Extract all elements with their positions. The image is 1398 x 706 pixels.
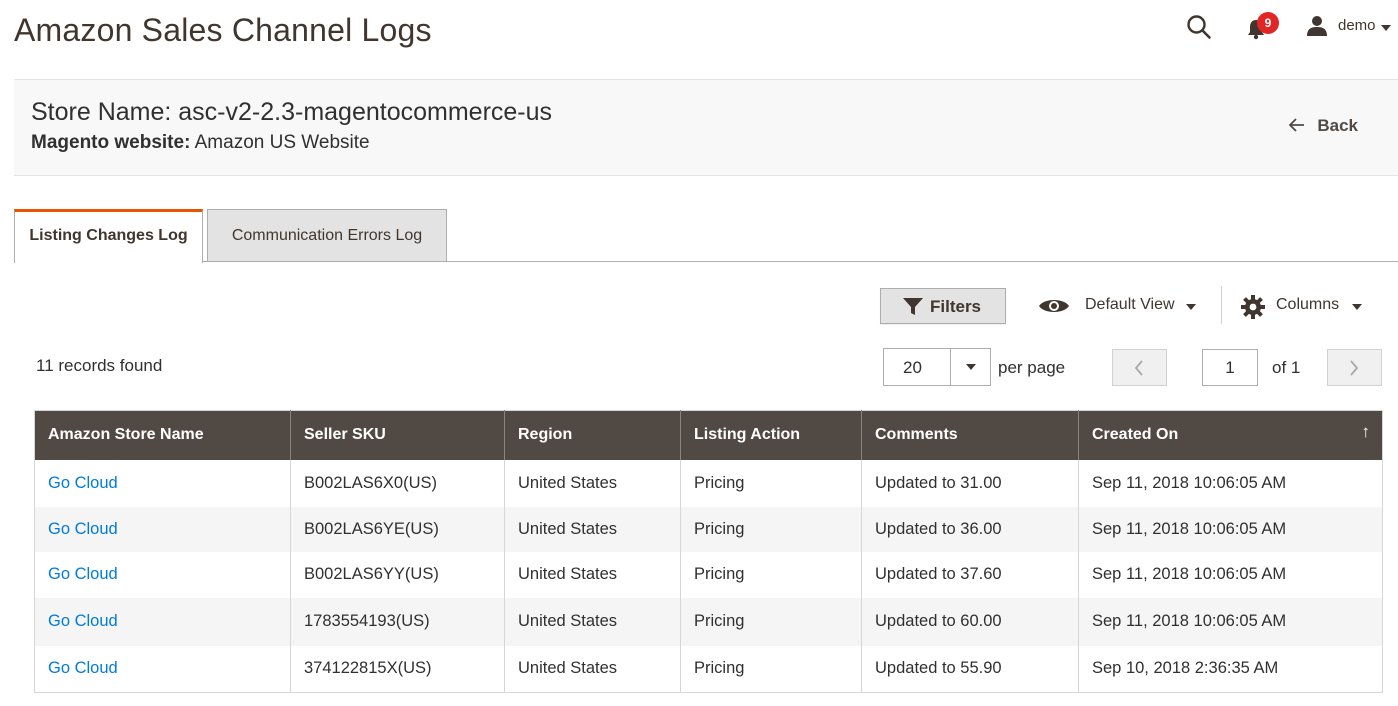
cell-listing-action: Pricing [680, 551, 862, 598]
caret-down-icon [1381, 25, 1391, 31]
gear-icon [1241, 295, 1265, 319]
caret-down-icon [966, 364, 976, 370]
cell-comments: Updated to 55.90 [861, 645, 1079, 693]
store-info-panel: Store Name: asc-v2-2.3-magentocommerce-u… [14, 79, 1398, 176]
per-page-dropdown-button[interactable] [950, 349, 990, 385]
table-row: Go Cloud B002LAS6X0(US) United States Pr… [34, 459, 1383, 507]
chevron-left-icon [1134, 360, 1143, 376]
table-header-row: Amazon Store Name Seller SKU Region List… [34, 410, 1383, 460]
columns-button[interactable]: Columns [1240, 292, 1370, 320]
column-header-region[interactable]: Region [504, 410, 681, 460]
column-header-comments[interactable]: Comments [861, 410, 1079, 460]
cell-seller-sku: B002LAS6YE(US) [290, 506, 505, 552]
cell-created-on: Sep 10, 2018 2:36:35 AM [1092, 659, 1279, 678]
records-count: 11 records found [36, 356, 163, 375]
user-menu[interactable]: demo [1306, 14, 1396, 40]
arrow-left-icon [1289, 116, 1305, 136]
store-link[interactable]: Go Cloud [48, 612, 118, 630]
table-row: Go Cloud 374122815X(US) United States Pr… [34, 645, 1383, 693]
previous-page-button[interactable] [1112, 349, 1167, 386]
cell-comments: Updated to 37.60 [861, 551, 1079, 598]
cell-store-name: Go Cloud [34, 551, 291, 598]
sort-ascending-icon: ↑ [1361, 422, 1371, 441]
user-icon [1307, 16, 1327, 36]
cell-seller-sku: 1783554193(US) [290, 597, 505, 646]
per-page-label: per page [998, 358, 1066, 377]
cell-region: United States [504, 551, 681, 598]
cell-created-on: Sep 11, 2018 10:06:05 AM [1078, 597, 1383, 646]
table-row: Go Cloud B002LAS6YY(US) United States Pr… [34, 551, 1383, 598]
cell-seller-sku: B002LAS6X0(US) [290, 459, 505, 507]
cell-region: United States [504, 597, 681, 646]
tab-communication-errors-log[interactable]: Communication Errors Log [207, 209, 447, 262]
cell-listing-action: Pricing [680, 645, 862, 693]
tab-listing-changes-log[interactable]: Listing Changes Log [14, 209, 203, 263]
caret-down-icon [1186, 304, 1196, 310]
total-pages-label: of 1 [1272, 358, 1301, 377]
store-link[interactable]: Go Cloud [48, 520, 118, 538]
toolbar-divider [1221, 286, 1222, 324]
caret-down-icon [1352, 304, 1362, 310]
current-page-input[interactable] [1202, 349, 1258, 386]
chevron-right-icon [1350, 360, 1359, 376]
cell-comments: Updated to 60.00 [861, 597, 1079, 646]
table-row: Go Cloud 1783554193(US) United States Pr… [34, 597, 1383, 646]
column-header-seller-sku[interactable]: Seller SKU [290, 410, 505, 460]
notification-badge: 9 [1257, 12, 1279, 34]
per-page-select[interactable]: 20 [883, 348, 991, 386]
store-website: Magento website: Amazon US Website [31, 132, 370, 154]
page-title: Amazon Sales Channel Logs [14, 12, 432, 48]
column-header-listing-action[interactable]: Listing Action [680, 410, 862, 460]
cell-created-on: Sep 11, 2018 10:06:05 AM [1092, 565, 1287, 583]
view-switcher[interactable]: Default View [1038, 292, 1204, 320]
search-icon[interactable] [1186, 14, 1212, 40]
cell-region: United States [504, 506, 681, 552]
store-link[interactable]: Go Cloud [48, 565, 118, 583]
created-on-label: Created On [1092, 426, 1179, 444]
user-name: demo [1338, 17, 1376, 34]
funnel-icon [903, 298, 923, 315]
columns-label: Columns [1276, 296, 1340, 313]
cell-store-name: Go Cloud [34, 645, 291, 693]
cell-seller-sku: 374122815X(US) [290, 645, 505, 693]
back-label: Back [1317, 116, 1358, 135]
website-label: Magento website: [31, 132, 191, 153]
per-page-value: 20 [903, 358, 922, 377]
website-value: Amazon US Website [190, 132, 370, 153]
cell-comments: Updated to 31.00 [861, 459, 1079, 507]
table-row: Go Cloud B002LAS6YE(US) United States Pr… [34, 506, 1383, 552]
cell-seller-sku: B002LAS6YY(US) [290, 551, 505, 598]
store-link[interactable]: Go Cloud [48, 474, 118, 492]
cell-listing-action: Pricing [680, 459, 862, 507]
store-link[interactable]: Go Cloud [48, 659, 118, 677]
cell-store-name: Go Cloud [34, 597, 291, 646]
view-label: Default View [1085, 296, 1175, 313]
back-button[interactable]: Back [1289, 116, 1358, 136]
cell-created-on: Sep 11, 2018 10:06:05 AM [1078, 506, 1383, 552]
cell-created-on: Sep 11, 2018 10:06:05 AM [1092, 473, 1287, 492]
logs-table: Amazon Store Name Seller SKU Region List… [34, 410, 1383, 693]
filters-label: Filters [930, 297, 982, 316]
cell-region: United States [504, 459, 681, 507]
column-header-created-on[interactable]: Created On ↑ [1078, 410, 1383, 460]
cell-store-name: Go Cloud [34, 459, 291, 507]
filters-button[interactable]: Filters [880, 288, 1006, 324]
column-header-amazon-store-name[interactable]: Amazon Store Name [34, 410, 291, 460]
cell-listing-action: Pricing [680, 506, 862, 552]
notifications-button[interactable]: 9 [1246, 12, 1279, 40]
cell-listing-action: Pricing [680, 597, 862, 646]
cell-comments: Updated to 36.00 [861, 506, 1079, 552]
cell-region: United States [504, 645, 681, 693]
cell-store-name: Go Cloud [34, 506, 291, 552]
next-page-button[interactable] [1327, 349, 1382, 386]
eye-icon [1039, 300, 1069, 312]
store-name: Store Name: asc-v2-2.3-magentocommerce-u… [31, 98, 553, 126]
